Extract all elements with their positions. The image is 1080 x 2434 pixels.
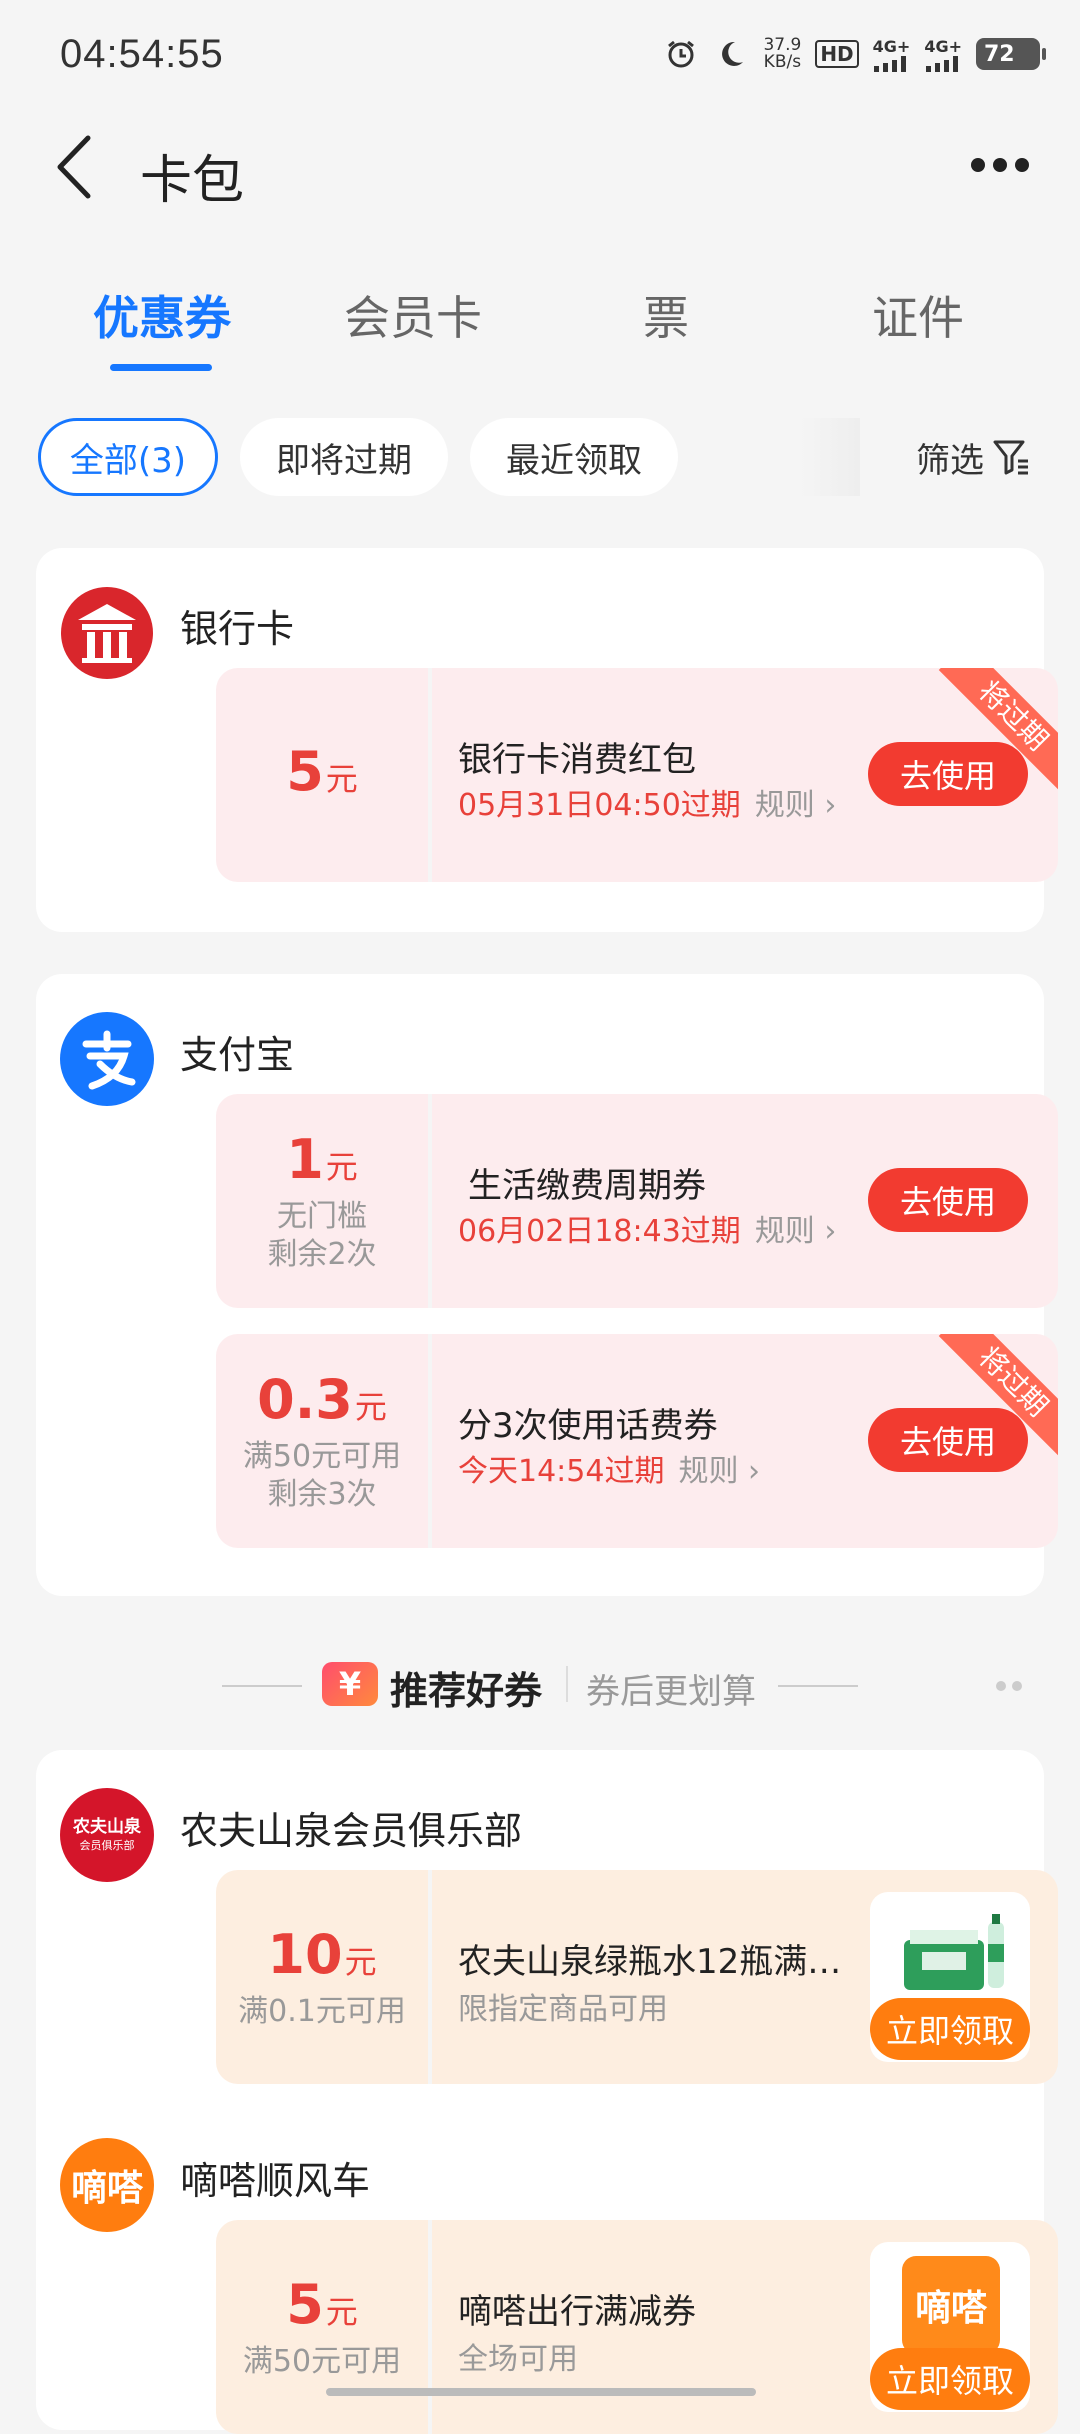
- merchant-name: 嘀嗒顺风车: [180, 2159, 371, 2203]
- use-button[interactable]: 去使用: [868, 742, 1028, 806]
- use-button[interactable]: 去使用: [868, 1168, 1028, 1232]
- merchant-name: 农夫山泉会员俱乐部: [180, 1809, 523, 1853]
- more-dots-icon[interactable]: [994, 1678, 1024, 1697]
- coupon-condition: 满50元可用: [242, 1438, 402, 1474]
- divider-line: [222, 1685, 302, 1687]
- coupon-condition: 满0.1元可用: [238, 1993, 406, 2029]
- coupon-scope: 限指定商品可用: [458, 1992, 668, 2027]
- merchant-card-alipay: 支付宝 1元 无门槛 剩余2次 生活缴费周期券 06月02日18:43过期 规则 …: [36, 974, 1058, 1596]
- hd-icon: HD: [815, 40, 859, 68]
- use-button[interactable]: 去使用: [868, 1408, 1028, 1472]
- alarm-icon: [663, 36, 699, 72]
- recommend-title: 推荐好券: [390, 1669, 543, 1713]
- merchant-name: 银行卡: [180, 607, 295, 651]
- coupon-divider: [428, 1870, 432, 2084]
- filter-icon: [993, 440, 1028, 475]
- coupon-divider: [428, 1334, 432, 1548]
- status-icons: 37.9 KB/s HD 4G+ 4G+ 72: [663, 35, 1046, 72]
- coupon-amount: 1元: [286, 1127, 358, 1191]
- coupon-title: 银行卡消费红包: [458, 740, 696, 780]
- claim-button[interactable]: 立即领取: [870, 1998, 1030, 2060]
- tab-coupons[interactable]: 优惠券: [62, 282, 262, 348]
- signal-icon-2: 4G+: [924, 37, 962, 72]
- dida-logo-icon: 嘀嗒: [60, 2138, 154, 2232]
- bank-logo-icon: [60, 586, 154, 680]
- merchant-name: 支付宝: [180, 1033, 295, 1077]
- recommended-card: 农夫山泉 会员俱乐部 农夫山泉会员俱乐部 10元 满0.1元可用 农夫山泉绿瓶水…: [36, 1750, 1058, 2434]
- coupon-phone-bill[interactable]: 0.3元 满50元可用 剩余3次 分3次使用话费券 今天14:54过期 规则 › …: [216, 1334, 1058, 1548]
- merchant-card-bank: 银行卡 5元 银行卡消费红包 05月31日04:50过期 规则 › 去使用 将过期: [36, 548, 1058, 932]
- recommend-subtitle: 券后更划算: [586, 1672, 756, 1712]
- coupon-amount-block: 1元 无门槛 剩余2次: [216, 1094, 428, 1308]
- status-time: 04:54:55: [60, 32, 224, 76]
- filter-chip-recent[interactable]: 最近领取: [470, 418, 678, 496]
- coupon-expire: 今天14:54过期 规则 ›: [458, 1454, 761, 1489]
- tab-ids[interactable]: 证件: [818, 282, 1018, 348]
- coupon-bank-red-packet[interactable]: 5元 银行卡消费红包 05月31日04:50过期 规则 › 去使用 将过期: [216, 668, 1058, 882]
- coupon-divider: [428, 1094, 432, 1308]
- filter-label: 筛选: [916, 440, 984, 481]
- coupon-condition: 满50元可用: [242, 2343, 402, 2379]
- filter-chip-expiring[interactable]: 即将过期: [240, 418, 448, 496]
- coupon-title: 嘀嗒出行满减券: [458, 2292, 696, 2332]
- coupon-scope: 全场可用: [458, 2342, 578, 2377]
- coupon-amount-block: 0.3元 满50元可用 剩余3次: [216, 1334, 428, 1548]
- coupon-amount: 5元: [286, 2272, 358, 2336]
- coupon-amount-block: 10元 满0.1元可用: [216, 1870, 428, 2084]
- home-indicator[interactable]: [326, 2388, 756, 2396]
- coupon-badge-icon: ¥: [322, 1662, 378, 1706]
- coupon-divider: [428, 2220, 432, 2434]
- coupon-title: 农夫山泉绿瓶水12瓶满…: [458, 1942, 842, 1982]
- coupon-nongfu-water[interactable]: 10元 满0.1元可用 农夫山泉绿瓶水12瓶满… 限指定商品可用 立即领取: [216, 1870, 1058, 2084]
- filter-chip-all[interactable]: 全部(3): [38, 418, 218, 496]
- page-title: 卡包: [140, 151, 245, 211]
- nongfu-logo-icon: 农夫山泉 会员俱乐部: [60, 1788, 154, 1882]
- more-icon[interactable]: [970, 150, 1030, 180]
- divider-line: [778, 1685, 858, 1687]
- tab-tickets[interactable]: 票: [566, 282, 766, 348]
- coupon-utility-bill[interactable]: 1元 无门槛 剩余2次 生活缴费周期券 06月02日18:43过期 规则 › 去使…: [216, 1094, 1058, 1308]
- battery-icon: 72: [976, 38, 1046, 70]
- coupon-amount-block: 5元 满50元可用: [216, 2220, 428, 2434]
- claim-button[interactable]: 立即领取: [870, 2348, 1030, 2410]
- coupon-title: 分3次使用话费券: [458, 1406, 718, 1446]
- moon-icon: [713, 36, 749, 72]
- coupon-divider: [428, 668, 432, 882]
- chip-fade: [800, 418, 860, 496]
- coupon-amount: 10元: [267, 1922, 377, 1986]
- coupon-amount-block: 5元: [216, 668, 428, 882]
- coupon-expire: 06月02日18:43过期 规则 ›: [458, 1214, 837, 1249]
- net-speed: 37.9 KB/s: [763, 35, 802, 72]
- coupon-expire: 05月31日04:50过期 规则 ›: [458, 788, 837, 823]
- tab-active-indicator: [110, 364, 212, 371]
- rules-link[interactable]: 规则 ›: [755, 1214, 837, 1249]
- coupon-title: 生活缴费周期券: [468, 1166, 706, 1206]
- coupon-dida-ride[interactable]: 5元 满50元可用 嘀嗒出行满减券 全场可用 嘀嗒 立即领取: [216, 2220, 1058, 2434]
- alipay-logo-icon: [60, 1012, 154, 1106]
- back-icon[interactable]: [50, 132, 100, 202]
- rules-link[interactable]: 规则 ›: [755, 788, 837, 823]
- coupon-amount: 0.3元: [257, 1367, 387, 1431]
- coupon-amount: 5元: [286, 739, 358, 803]
- title-separator: [566, 1666, 568, 1702]
- rules-link[interactable]: 规则 ›: [678, 1454, 760, 1489]
- coupon-remaining: 剩余2次: [267, 1236, 377, 1272]
- tab-membership-cards[interactable]: 会员卡: [313, 282, 513, 348]
- coupon-remaining: 剩余3次: [267, 1476, 377, 1512]
- filter-button[interactable]: 筛选: [916, 418, 1032, 496]
- signal-icon-1: 4G+: [873, 37, 910, 72]
- coupon-condition: 无门槛: [277, 1198, 367, 1234]
